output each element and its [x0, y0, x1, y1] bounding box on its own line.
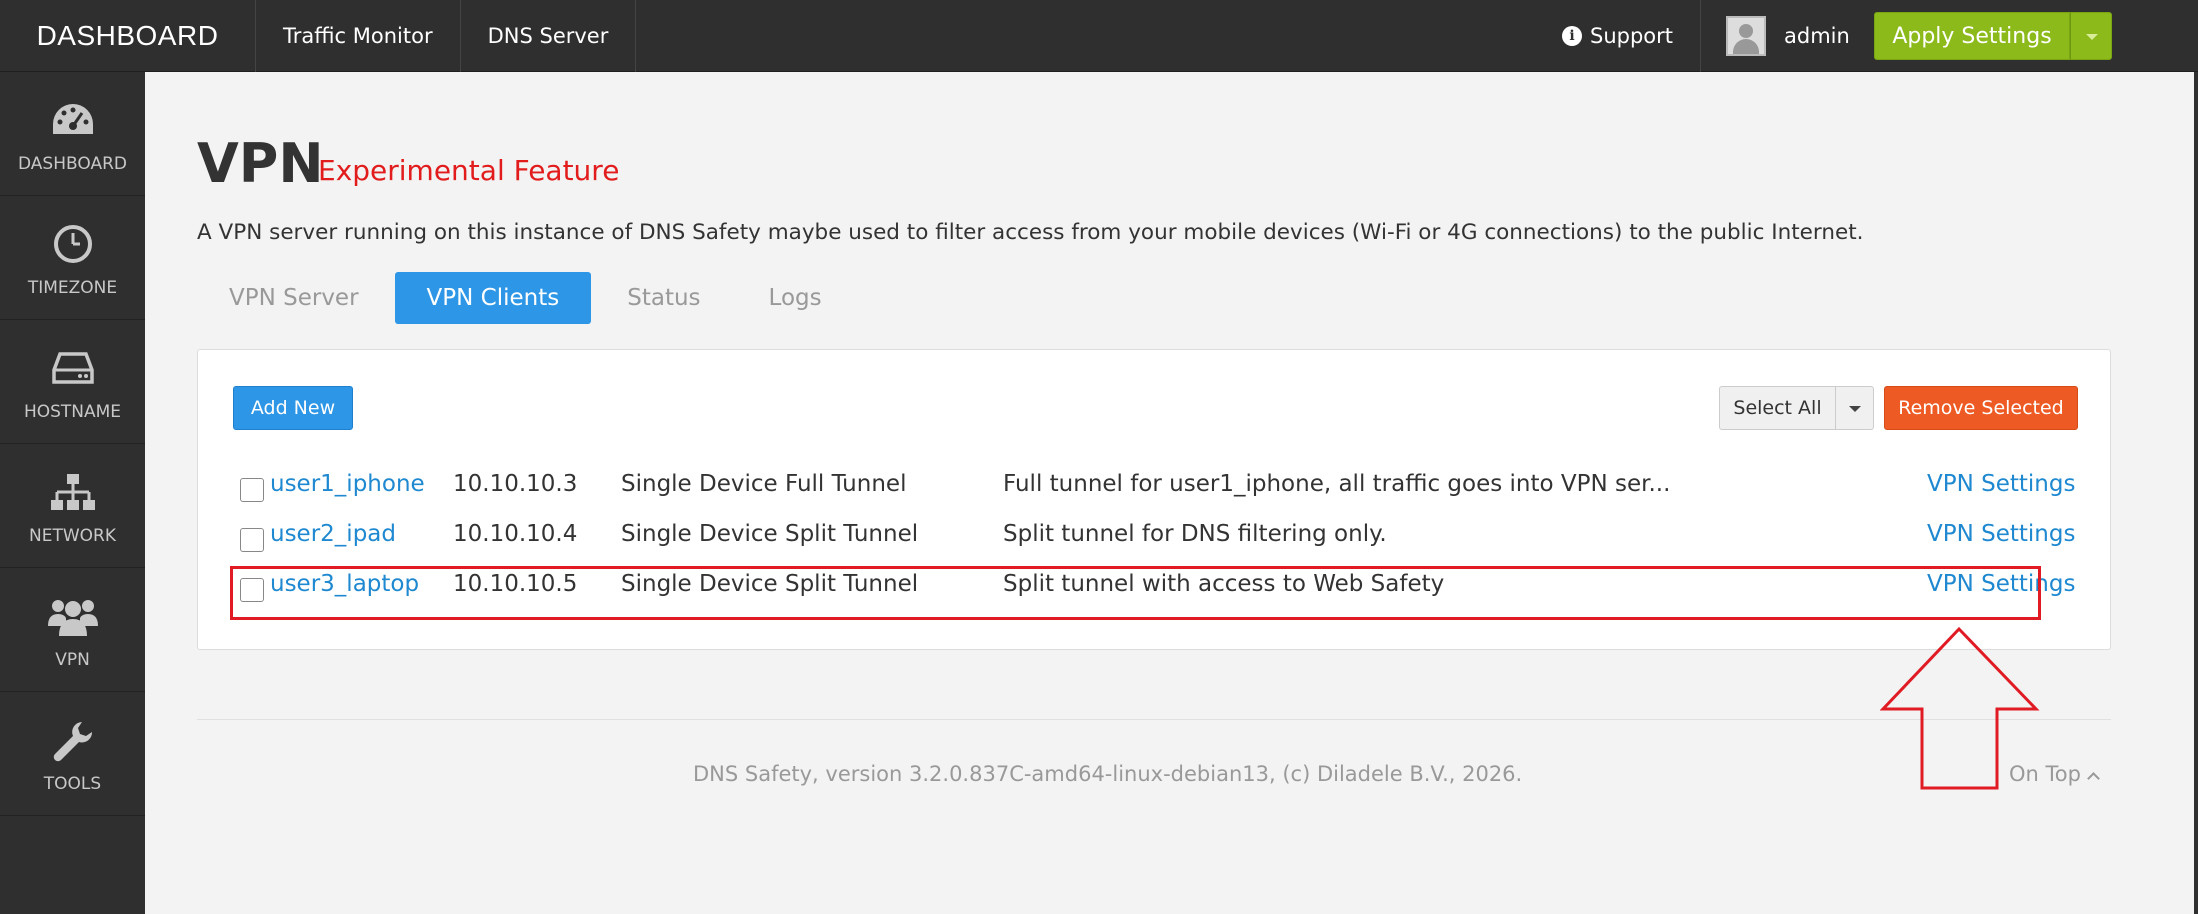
row-checkbox[interactable]: [240, 528, 264, 552]
select-all-button[interactable]: Select All: [1719, 386, 1836, 430]
sidebar-item-label: DASHBOARD: [18, 154, 127, 174]
client-type: Single Device Full Tunnel: [621, 471, 907, 497]
top-nav: Traffic Monitor DNS Server: [256, 0, 637, 72]
window-edge: [2194, 72, 2198, 914]
annotation-arrow-up-icon: [1880, 626, 2040, 790]
sidebar-item-label: NETWORK: [29, 526, 116, 546]
tab-vpn-clients[interactable]: VPN Clients: [394, 272, 592, 324]
footer-text: DNS Safety, version 3.2.0.837C-amd64-lin…: [693, 762, 1523, 786]
vpn-settings-link[interactable]: VPN Settings: [1927, 471, 2075, 497]
apply-settings-dropdown-caret[interactable]: [2070, 12, 2112, 60]
speedometer-icon: [52, 104, 93, 134]
client-ip: 10.10.10.3: [453, 471, 578, 497]
select-all-dropdown-caret[interactable]: [1835, 386, 1874, 430]
hard-drive-icon: [51, 352, 94, 384]
avatar[interactable]: [1726, 16, 1766, 56]
network-icon: [50, 474, 95, 510]
tab-status[interactable]: Status: [595, 272, 732, 324]
user-name[interactable]: admin: [1784, 0, 1850, 72]
nav-traffic-monitor[interactable]: Traffic Monitor: [256, 0, 461, 72]
vpn-settings-link[interactable]: VPN Settings: [1927, 521, 2075, 547]
support-label: Support: [1590, 24, 1674, 48]
row-checkbox[interactable]: [240, 478, 264, 502]
sidebar: DASHBOARD TIMEZONE HOSTNAME NETWORK VPN …: [0, 72, 145, 914]
client-ip: 10.10.10.4: [453, 521, 578, 547]
clock-icon: [53, 225, 92, 263]
sidebar-item-dashboard[interactable]: DASHBOARD: [0, 72, 145, 196]
client-name-link[interactable]: user2_ipad: [270, 521, 396, 547]
footer-divider: [197, 719, 2111, 720]
tab-logs[interactable]: Logs: [737, 272, 854, 324]
sidebar-item-tools[interactable]: TOOLS: [0, 692, 145, 816]
table-row: user1_iphone 10.10.10.3 Single Device Fu…: [240, 467, 2080, 507]
sidebar-item-label: VPN: [55, 650, 90, 670]
users-icon: [47, 600, 98, 636]
highlight-annotation-box: [230, 566, 2041, 620]
sidebar-item-vpn[interactable]: VPN: [0, 568, 145, 692]
sidebar-item-label: TOOLS: [43, 774, 102, 794]
sidebar-item-hostname[interactable]: HOSTNAME: [0, 320, 145, 444]
divider: [1700, 0, 1701, 72]
add-new-button[interactable]: Add New: [233, 386, 353, 430]
sidebar-item-label: TIMEZONE: [27, 278, 118, 298]
client-type: Single Device Split Tunnel: [621, 521, 919, 547]
page-description: A VPN server running on this instance of…: [197, 220, 1864, 245]
user-icon-head: [1739, 24, 1753, 38]
user-icon-body: [1733, 39, 1759, 54]
top-bar: DASHBOARD Traffic Monitor DNS Server i S…: [0, 0, 2198, 72]
support-link[interactable]: i Support: [1562, 0, 1673, 72]
chevron-up-icon: [2087, 772, 2100, 785]
sidebar-item-network[interactable]: NETWORK: [0, 444, 145, 568]
apply-settings-button[interactable]: Apply Settings: [1874, 12, 2070, 60]
tab-bar: VPN Server VPN Clients Status Logs: [197, 272, 854, 324]
nav-dns-server[interactable]: DNS Server: [461, 0, 637, 72]
client-description: Full tunnel for user1_iphone, all traffi…: [1003, 471, 1671, 497]
page-title: VPN: [197, 132, 324, 195]
table-row: user2_ipad 10.10.10.4 Single Device Spli…: [240, 517, 2080, 557]
remove-selected-button[interactable]: Remove Selected: [1884, 386, 2078, 430]
client-description: Split tunnel for DNS filtering only.: [1003, 521, 1387, 547]
page-subtitle: Experimental Feature: [318, 154, 620, 187]
client-name-link[interactable]: user1_iphone: [270, 471, 425, 497]
sidebar-item-label: HOSTNAME: [23, 402, 122, 422]
brand-logo[interactable]: DASHBOARD: [0, 0, 256, 72]
sidebar-item-timezone[interactable]: TIMEZONE: [0, 196, 145, 320]
tab-vpn-server[interactable]: VPN Server: [197, 272, 391, 324]
wrench-icon: [53, 722, 92, 762]
info-icon: i: [1562, 26, 1582, 46]
